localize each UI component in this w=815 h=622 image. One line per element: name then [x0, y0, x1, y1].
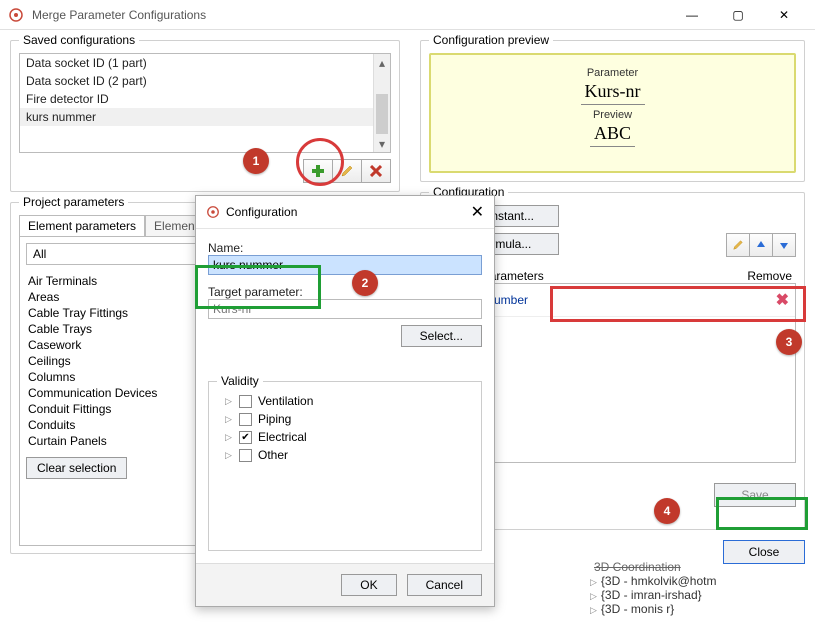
window-title: Merge Parameter Configurations [32, 8, 669, 22]
saved-config-item[interactable]: Data socket ID (2 part) [20, 72, 390, 90]
window-maximize-button[interactable]: ▢ [715, 0, 761, 30]
scroll-up-arrow[interactable]: ▴ [374, 54, 390, 71]
tree-expand-icon[interactable]: ▷ [225, 450, 233, 461]
name-input[interactable]: kurs nummer [208, 255, 482, 275]
saved-scrollbar[interactable]: ▴ ▾ [373, 54, 390, 152]
validity-label: Other [258, 448, 288, 462]
preview-preview-label: Preview [593, 109, 632, 121]
configuration-dialog: Configuration ✕ Name: kurs nummer Target… [195, 195, 495, 607]
dialog-title: Configuration [226, 205, 471, 219]
saved-config-item[interactable]: kurs nummer [20, 108, 390, 126]
header-remove-label: Remove [747, 269, 792, 283]
preview-parameter-value: Kurs-nr [581, 81, 645, 105]
tab-element-parameters[interactable]: Element parameters [19, 215, 145, 236]
validity-group: Validity ▷ Ventilation ▷ Piping ▷ ✔ Elec… [208, 381, 482, 551]
param-name: Circuit Number [448, 293, 776, 307]
preview-title: Configuration preview [429, 33, 553, 47]
edit-config-button[interactable] [332, 159, 362, 183]
save-button[interactable]: Save [714, 483, 796, 507]
dialog-ok-button[interactable]: OK [341, 574, 396, 596]
edit-param-button[interactable] [726, 233, 750, 257]
scroll-down-arrow[interactable]: ▾ [374, 135, 390, 152]
validity-item-electrical[interactable]: ▷ ✔ Electrical [217, 428, 473, 446]
validity-item-piping[interactable]: ▷ Piping [217, 410, 473, 428]
name-label: Name: [208, 241, 482, 255]
remove-param-button[interactable]: ✖ [776, 290, 789, 310]
tree-expand-icon[interactable]: ▷ [225, 396, 233, 407]
preview-parameter-label: Parameter [587, 67, 638, 79]
bg-item[interactable]: ▷{3D - monis r} [590, 602, 815, 616]
saved-configurations-title: Saved configurations [19, 33, 139, 47]
window-minimize-button[interactable]: — [669, 0, 715, 30]
window-titlebar: Merge Parameter Configurations — ▢ ✕ [0, 0, 815, 30]
add-config-button[interactable] [303, 159, 333, 183]
scroll-thumb[interactable] [376, 94, 388, 134]
configuration-preview-group: Configuration preview Parameter Kurs-nr … [420, 40, 805, 182]
preview-box: Parameter Kurs-nr Preview ABC [429, 53, 796, 173]
dialog-cancel-button[interactable]: Cancel [407, 574, 482, 596]
dialog-titlebar: Configuration ✕ [196, 196, 494, 229]
bg-item[interactable]: 3D Coordination [590, 560, 815, 574]
window-close-button[interactable]: ✕ [761, 0, 807, 30]
bg-item[interactable]: ▷{3D - imran-irshad} [590, 588, 815, 602]
dialog-close-button[interactable]: ✕ [471, 202, 484, 222]
validity-title: Validity [217, 374, 263, 388]
checkbox[interactable] [239, 395, 252, 408]
saved-config-item[interactable]: Data socket ID (1 part) [20, 54, 390, 72]
move-down-button[interactable] [772, 233, 796, 257]
validity-label: Electrical [258, 430, 307, 444]
preview-preview-value: ABC [590, 123, 635, 147]
tree-expand-icon[interactable]: ▷ [225, 414, 233, 425]
validity-label: Ventilation [258, 394, 313, 408]
saved-config-item[interactable]: Fire detector ID [20, 90, 390, 108]
target-parameter-input: Kurs-nr [208, 299, 482, 319]
target-parameter-label: Target parameter: [208, 285, 482, 299]
select-target-button[interactable]: Select... [401, 325, 482, 347]
dialog-app-icon [206, 205, 220, 219]
validity-item-other[interactable]: ▷ Other [217, 446, 473, 464]
tree-expand-icon[interactable]: ▷ [225, 432, 233, 443]
validity-label: Piping [258, 412, 291, 426]
saved-configurations-group: Saved configurations Data socket ID (1 p… [10, 40, 400, 192]
checkbox[interactable] [239, 413, 252, 426]
app-icon [8, 7, 24, 23]
checkbox[interactable] [239, 449, 252, 462]
move-up-button[interactable] [749, 233, 773, 257]
checkbox[interactable]: ✔ [239, 431, 252, 444]
project-parameters-title: Project parameters [19, 195, 128, 209]
clear-selection-button[interactable]: Clear selection [26, 457, 127, 479]
background-view-list: 3D Coordination ▷{3D - hmkolvik@hotm ▷{3… [590, 560, 815, 616]
saved-configurations-list[interactable]: Data socket ID (1 part) Data socket ID (… [19, 53, 391, 153]
validity-item-ventilation[interactable]: ▷ Ventilation [217, 392, 473, 410]
project-filter-value: All [33, 247, 46, 261]
bg-item[interactable]: ▷{3D - hmkolvik@hotm [590, 574, 815, 588]
delete-config-button[interactable] [361, 159, 391, 183]
